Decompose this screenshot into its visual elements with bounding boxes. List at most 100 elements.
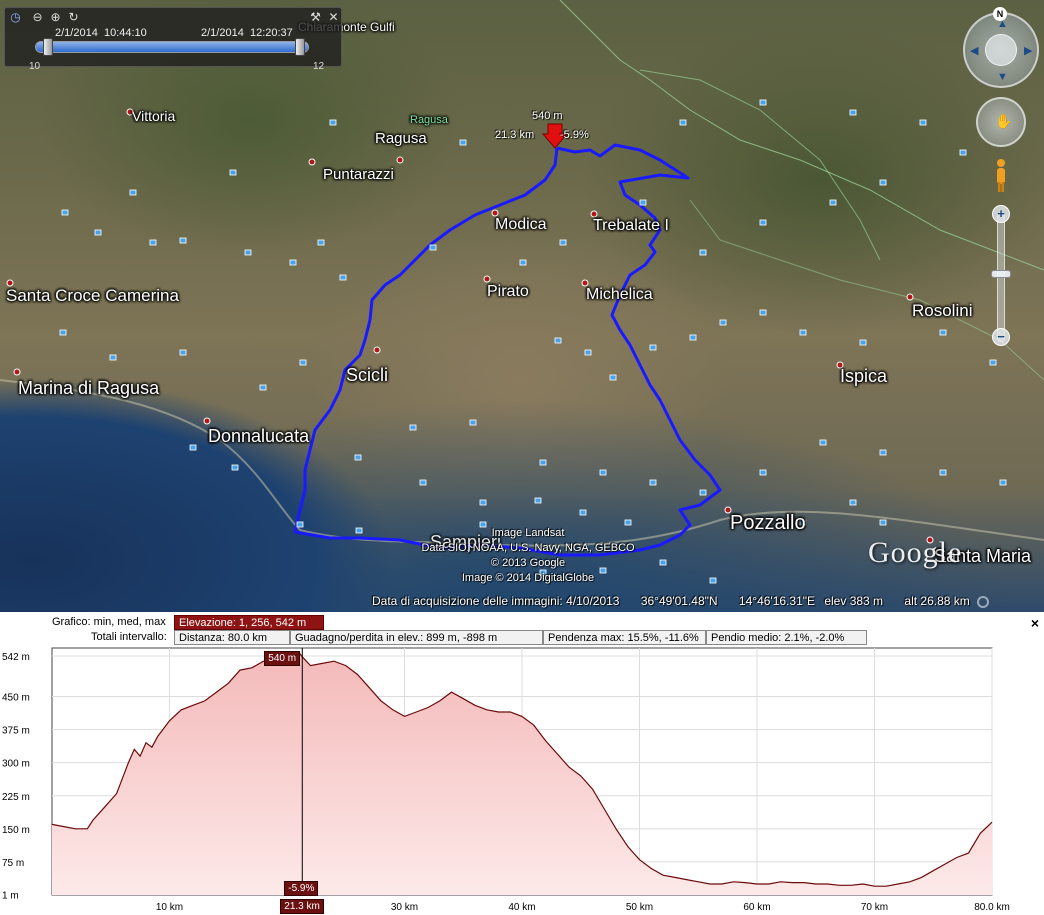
photo-marker-icon[interactable] bbox=[939, 469, 947, 476]
y-tick-label: 225 m bbox=[2, 792, 30, 803]
border-line bbox=[689, 199, 1044, 381]
end-handle[interactable] bbox=[295, 38, 305, 56]
photo-marker-icon[interactable] bbox=[429, 244, 437, 251]
y-axis-labels: 1 m 75 m 150 m 225 m 300 m 375 m 450 m 542 m bbox=[2, 652, 30, 902]
photo-marker-icon[interactable] bbox=[699, 489, 707, 496]
photo-marker-icon[interactable] bbox=[354, 454, 362, 461]
photo-marker-icon[interactable] bbox=[609, 374, 617, 381]
photo-marker-icon[interactable] bbox=[859, 339, 867, 346]
photo-marker-icon[interactable] bbox=[231, 464, 239, 471]
photo-marker-icon[interactable] bbox=[599, 469, 607, 476]
north-indicator[interactable]: N bbox=[993, 7, 1007, 21]
photo-marker-icon[interactable] bbox=[289, 259, 297, 266]
zoom-in-icon[interactable]: ⊕ bbox=[49, 11, 62, 24]
photo-marker-icon[interactable] bbox=[819, 439, 827, 446]
photo-marker-icon[interactable] bbox=[554, 337, 562, 344]
photo-marker-icon[interactable] bbox=[999, 479, 1007, 486]
photo-marker-icon[interactable] bbox=[584, 349, 592, 356]
photo-marker-icon[interactable] bbox=[409, 424, 417, 431]
photo-marker-icon[interactable] bbox=[419, 479, 427, 486]
zoom-out-icon[interactable]: ⊖ bbox=[31, 11, 44, 24]
map-view[interactable]: Chiaramonte Gulfi Vittoria Ragusa Ragusa… bbox=[0, 0, 1044, 612]
look-right-icon[interactable]: ▶ bbox=[1024, 44, 1032, 57]
y-tick-label: 1 m bbox=[2, 891, 19, 902]
photo-marker-icon[interactable] bbox=[879, 449, 887, 456]
photo-marker-icon[interactable] bbox=[317, 239, 325, 246]
photo-marker-icon[interactable] bbox=[689, 334, 697, 341]
zoom-out-button[interactable]: − bbox=[992, 328, 1010, 346]
photo-marker-icon[interactable] bbox=[229, 169, 237, 176]
photo-marker-icon[interactable] bbox=[459, 139, 467, 146]
zoom-knob[interactable] bbox=[991, 270, 1011, 278]
photo-marker-icon[interactable] bbox=[479, 499, 487, 506]
close-icon[interactable]: ✕ bbox=[327, 11, 340, 24]
photo-marker-icon[interactable] bbox=[129, 189, 137, 196]
photo-marker-icon[interactable] bbox=[539, 459, 547, 466]
photo-marker-icon[interactable] bbox=[959, 149, 967, 156]
refresh-icon[interactable]: ↻ bbox=[67, 11, 80, 24]
photo-marker-icon[interactable] bbox=[149, 239, 157, 246]
place-label: Vittoria bbox=[132, 108, 176, 124]
look-left-icon[interactable]: ◀ bbox=[970, 44, 978, 57]
photo-marker-icon[interactable] bbox=[639, 199, 647, 206]
photo-marker-icon[interactable] bbox=[849, 109, 857, 116]
photo-marker-icon[interactable] bbox=[339, 274, 347, 281]
wrench-icon[interactable]: ⚒ bbox=[309, 11, 322, 24]
photo-marker-icon[interactable] bbox=[649, 344, 657, 351]
photo-marker-icon[interactable] bbox=[759, 309, 767, 316]
photo-marker-icon[interactable] bbox=[534, 497, 542, 504]
look-center[interactable] bbox=[985, 34, 1017, 66]
photo-marker-icon[interactable] bbox=[759, 99, 767, 106]
photo-marker-icon[interactable] bbox=[624, 519, 632, 526]
zoom-in-button[interactable]: + bbox=[992, 205, 1010, 223]
start-handle[interactable] bbox=[43, 38, 53, 56]
photo-marker-icon[interactable] bbox=[709, 577, 717, 584]
place-label: Ragusa bbox=[375, 130, 427, 147]
photo-marker-icon[interactable] bbox=[989, 359, 997, 366]
photo-marker-icon[interactable] bbox=[355, 527, 363, 534]
photo-marker-icon[interactable] bbox=[59, 329, 67, 336]
time-slider[interactable]: ◷ ⊖ ⊕ ↻ ⚒ ✕ 2/1/2014 10:44:10 2/1/2014 1… bbox=[4, 7, 342, 72]
x-tick-label: 30 km bbox=[391, 902, 418, 913]
photo-marker-icon[interactable] bbox=[879, 179, 887, 186]
photo-marker-icon[interactable] bbox=[299, 359, 307, 366]
photo-marker-icon[interactable] bbox=[939, 329, 947, 336]
photo-marker-icon[interactable] bbox=[329, 119, 337, 126]
photo-marker-icon[interactable] bbox=[189, 444, 197, 451]
photo-marker-icon[interactable] bbox=[679, 119, 687, 126]
look-control[interactable]: ▲ ▼ ◀ ▶ bbox=[963, 12, 1039, 88]
photo-marker-icon[interactable] bbox=[699, 249, 707, 256]
look-down-icon[interactable]: ▼ bbox=[997, 71, 1008, 83]
photo-marker-icon[interactable] bbox=[719, 319, 727, 326]
photo-marker-icon[interactable] bbox=[829, 199, 837, 206]
photo-marker-icon[interactable] bbox=[244, 249, 252, 256]
photo-marker-icon[interactable] bbox=[61, 209, 69, 216]
move-control[interactable]: ✋ bbox=[976, 97, 1026, 147]
photo-marker-icon[interactable] bbox=[179, 349, 187, 356]
imagery-credits: Image Landsat Data SIO, NOAA, U.S. Navy,… bbox=[398, 526, 658, 586]
photo-marker-icon[interactable] bbox=[659, 559, 667, 566]
photo-marker-icon[interactable] bbox=[179, 237, 187, 244]
tick-right: 12 bbox=[313, 61, 325, 72]
photo-marker-icon[interactable] bbox=[649, 479, 657, 486]
time-track[interactable] bbox=[35, 41, 309, 53]
photo-marker-icon[interactable] bbox=[559, 239, 567, 246]
photo-marker-icon[interactable] bbox=[259, 384, 267, 391]
photo-marker-icon[interactable] bbox=[296, 521, 304, 528]
photo-marker-icon[interactable] bbox=[879, 519, 887, 526]
photo-marker-icon[interactable] bbox=[109, 354, 117, 361]
clock-icon[interactable]: ◷ bbox=[9, 11, 22, 24]
photo-marker-icon[interactable] bbox=[469, 419, 477, 426]
photo-marker-icon[interactable] bbox=[579, 509, 587, 516]
photo-marker-icon[interactable] bbox=[849, 499, 857, 506]
street-view-icon[interactable] bbox=[993, 158, 1009, 194]
photo-marker-icon[interactable] bbox=[919, 119, 927, 126]
photo-marker-icon[interactable] bbox=[94, 229, 102, 236]
photo-marker-icon[interactable] bbox=[759, 469, 767, 476]
photo-marker-icon[interactable] bbox=[759, 219, 767, 226]
place-label: Pozzallo bbox=[730, 512, 806, 534]
elevation-chart[interactable]: 1 m 75 m 150 m 225 m 300 m 375 m 450 m 542 m 10… bbox=[0, 612, 1044, 915]
photo-marker-icon[interactable] bbox=[519, 259, 527, 266]
photo-marker-icon[interactable] bbox=[799, 329, 807, 336]
tick-left: 10 bbox=[29, 61, 41, 72]
